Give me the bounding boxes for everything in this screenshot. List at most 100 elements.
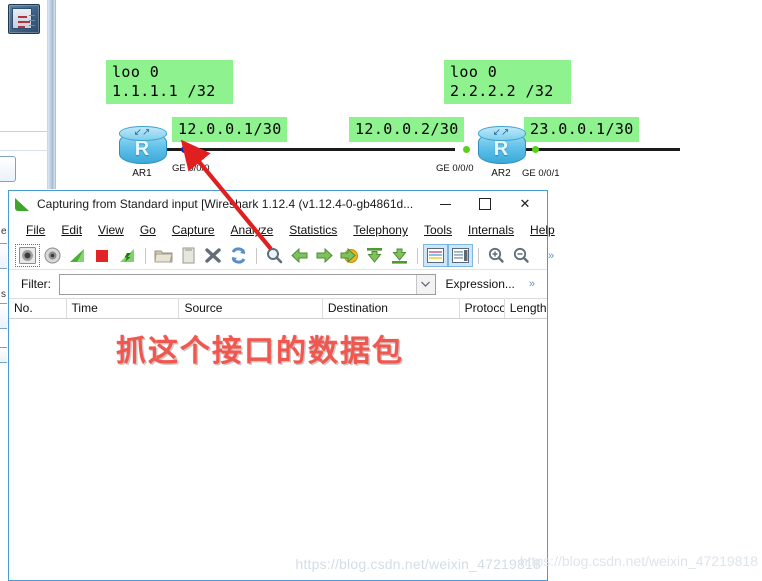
ensp-panel-divider [47,0,56,184]
go-last-packet-icon[interactable] [388,245,411,266]
router-label-ar2: AR2 [491,168,511,179]
go-forward-icon[interactable] [313,245,336,266]
main-toolbar[interactable]: » [9,242,554,270]
port-dot-ar2-ge001[interactable] [532,146,539,153]
colorize-packets-icon[interactable] [423,244,448,267]
menu-internals-label: Internals [468,223,515,237]
menu-view-label: View [98,223,124,237]
window-title: Capturing from Standard input [Wireshark… [37,197,414,211]
ensp-icon-line [29,25,35,26]
window-controls[interactable]: ✕ [425,192,545,216]
reload-file-icon[interactable] [227,245,250,266]
menu-view[interactable]: View [91,220,131,240]
toolbar-separator [256,247,257,264]
link-ar1-ar2 [160,148,455,151]
watermark-text: https://blog.csdn.net/weixin_47219818 [295,556,541,572]
menu-telephony-label: Telephony [353,223,408,237]
wireshark-titlebar[interactable]: Capturing from Standard input [Wireshark… [9,191,547,218]
toolbar-separator [478,247,479,264]
column-header-time[interactable]: Time [67,299,180,318]
open-file-icon[interactable] [152,245,175,266]
menu-help[interactable]: Help [523,220,562,240]
annotation-note: 抓这个接口的数据包 [116,334,404,369]
maximize-button[interactable] [465,192,505,216]
menubar[interactable]: File Edit View Go Capture Analyze Statis… [9,218,555,242]
filter-input-wrapper[interactable] [59,273,436,295]
filter-overflow-button[interactable]: » [529,278,535,290]
ensp-icon[interactable] [8,4,40,34]
menu-capture[interactable]: Capture [165,220,222,240]
filter-label: Filter: [21,277,51,291]
interface-label-ar2-ge000: GE 0/0/0 [436,163,474,174]
menu-file[interactable]: File [19,220,52,240]
filter-input[interactable] [60,274,416,294]
toolbar-separator [145,247,146,264]
find-packet-icon[interactable] [263,245,286,266]
ensp-panel-rule [0,131,48,132]
zoom-in-icon[interactable] [485,245,508,266]
column-header-no[interactable]: No. [9,299,67,318]
capture-filters-icon[interactable] [116,245,139,266]
port-dot-ar1-ge000[interactable] [181,146,188,153]
toolbar-overflow-button[interactable]: » [548,250,554,262]
router-label-ar1: AR1 [132,168,152,179]
menu-edit[interactable]: Edit [54,220,89,240]
ensp-icon-line [29,20,35,21]
column-header-source[interactable]: Source [179,299,323,318]
minimize-button[interactable] [425,192,465,216]
ensp-palette-button[interactable] [0,156,16,182]
toolbar-separator [417,247,418,264]
close-button[interactable]: ✕ [505,192,545,216]
ensp-icon-screen [12,8,35,29]
port-dot-ar2-ge000[interactable] [463,146,470,153]
menu-statistics-label: Statistics [289,223,338,237]
label-ar1-loopback: loo 0 1.1.1.1 /32 [106,60,233,104]
chevron-down-icon[interactable] [415,274,435,294]
menu-go[interactable]: Go [133,220,163,240]
stop-capture-icon[interactable] [91,245,114,266]
menu-analyze-label: Analyze [230,223,274,237]
expression-button[interactable]: Expression... [446,277,515,291]
packet-list-header[interactable]: No. Time Source Destination Protocol Len… [9,299,547,319]
ensp-icon-line [29,15,35,16]
go-back-icon[interactable] [288,245,311,266]
menu-analyze[interactable]: Analyze [224,220,281,240]
capture-options-icon[interactable] [41,245,64,266]
ensp-palette-label-s: s [1,289,6,300]
zoom-out-icon[interactable] [510,245,533,266]
close-file-icon[interactable] [202,245,225,266]
wireshark-fin-icon [15,197,30,211]
save-file-icon[interactable] [177,245,200,266]
router-glyph: R [134,138,150,160]
label-ar2-loopback: loo 0 2.2.2.2 /32 [444,60,571,104]
interface-label-ar1-ge000: GE 0/0/0 [172,163,210,174]
column-header-protocol[interactable]: Protocol [460,299,505,318]
menu-statistics[interactable]: Statistics [282,220,344,240]
start-capture-icon[interactable] [15,244,40,267]
ensp-icon-bar [18,16,27,18]
menu-file-label: File [26,223,46,237]
wireshark-window[interactable]: Capturing from Standard input [Wireshark… [8,190,555,581]
go-to-packet-icon[interactable] [338,245,361,266]
ensp-icon-bar [18,26,25,28]
router-ar1[interactable]: ↙↗↖↘ R [119,126,167,168]
column-header-length[interactable]: Length [505,299,547,318]
restart-capture-icon[interactable] [66,245,89,266]
auto-scroll-icon[interactable] [448,244,473,267]
column-header-destination[interactable]: Destination [323,299,460,318]
ensp-panel-rule [0,150,48,151]
link-ar2-outbound [520,148,680,151]
label-ar2-ge001-ip: 23.0.0.1/30 [524,117,639,142]
menu-telephony[interactable]: Telephony [346,220,415,240]
label-ar2-ge000-ip: 12.0.0.2/30 [349,117,464,142]
menu-go-label: Go [139,223,156,237]
menu-tools-label: Tools [423,223,452,237]
router-glyph: R [493,138,509,160]
go-first-packet-icon[interactable] [363,245,386,266]
router-ar2[interactable]: ↙↗↖↘ R [478,126,526,168]
menu-edit-label: Edit [61,223,83,237]
menu-internals[interactable]: Internals [461,220,521,240]
interface-label-ar2-ge001: GE 0/0/1 [522,168,560,179]
display-filter-bar[interactable]: Filter: Expression... » [9,270,547,299]
menu-tools[interactable]: Tools [417,220,459,240]
